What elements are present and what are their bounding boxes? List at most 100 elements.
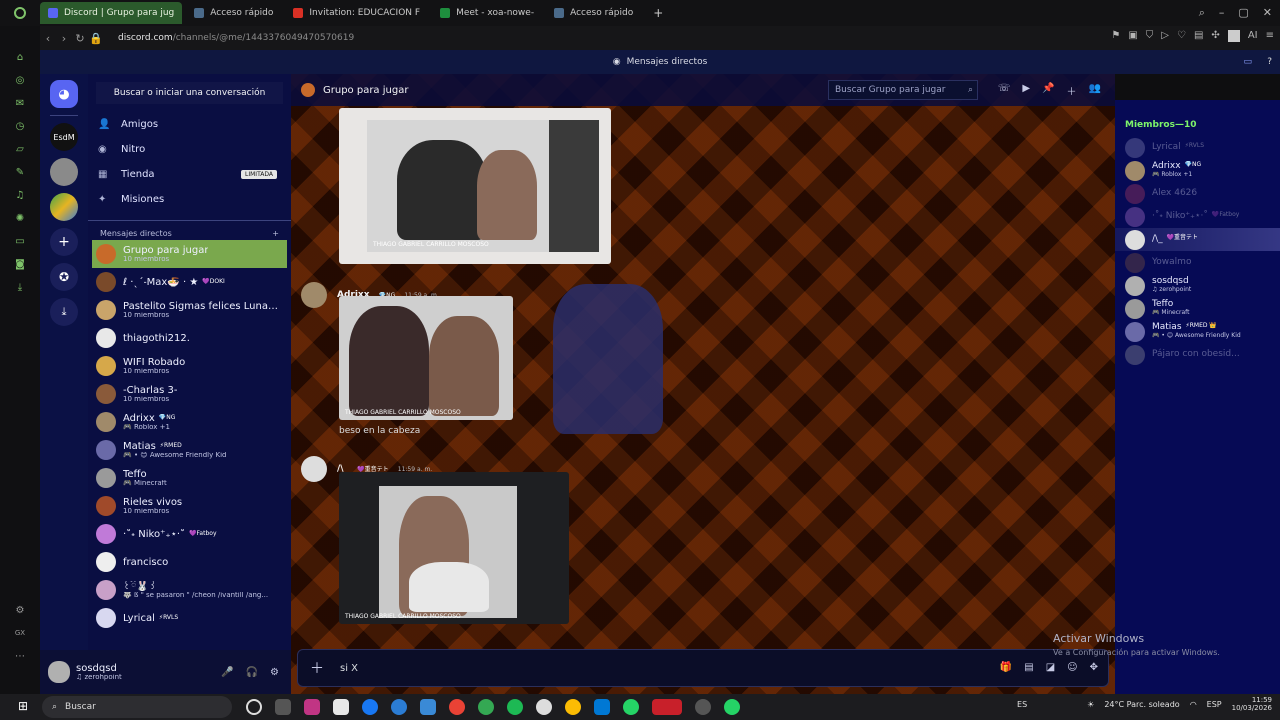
microphone-icon[interactable]: 🎤: [221, 667, 233, 678]
avatar[interactable]: [301, 282, 327, 308]
keyboard-layout[interactable]: ESP: [1207, 700, 1222, 709]
member-item[interactable]: Alex 4626: [1115, 182, 1280, 205]
twitch-icon[interactable]: ▭: [13, 234, 27, 248]
explore-icon[interactable]: ✪: [50, 263, 78, 291]
member-item[interactable]: /\_ 💜重音テト: [1115, 228, 1280, 251]
puzzle-icon[interactable]: ✣: [1211, 30, 1219, 42]
dm-item[interactable]: Adrixx 💎NG 🎮 Roblox +1: [88, 408, 291, 436]
gx-icon[interactable]: GX: [13, 626, 27, 640]
more-icon[interactable]: ⋯: [13, 649, 27, 663]
close-icon[interactable]: ✕: [1263, 6, 1272, 20]
member-item[interactable]: Lyrical ⚡RVLS: [1115, 136, 1280, 159]
bag-icon[interactable]: ▱: [13, 142, 27, 156]
instagram-icon[interactable]: ◙: [13, 257, 27, 271]
url-field[interactable]: discord.com/channels/@me/144337604947057…: [118, 33, 354, 43]
dm-item[interactable]: francisco: [88, 548, 291, 576]
heart-icon[interactable]: ♡: [1177, 30, 1186, 42]
gaming-icon[interactable]: ◎: [13, 73, 27, 87]
tab-1[interactable]: Acceso rápido: [186, 2, 281, 24]
dm-item[interactable]: -Charlas 3- 10 miembros: [88, 380, 291, 408]
dm-item[interactable]: Pastelito Sigmas felices Lunati... 10 mie…: [88, 296, 291, 324]
member-item[interactable]: Teffo 🎮 Minecraft: [1115, 297, 1280, 320]
recording-icon[interactable]: [695, 699, 711, 715]
dm-item[interactable]: WIFI Robado 10 miembros: [88, 352, 291, 380]
messenger-icon[interactable]: ✉: [13, 96, 27, 110]
whatsapp-icon[interactable]: [724, 699, 740, 715]
menu-item-nitro[interactable]: ◉ Nitro: [88, 137, 291, 162]
add-friends-icon[interactable]: ＋: [1067, 83, 1077, 98]
opera-gx-icon[interactable]: [652, 699, 682, 715]
video-embed-2[interactable]: THIAGO GABRIEL CARRILLO MOSCOSO: [339, 296, 513, 420]
emoji-icon[interactable]: ☺: [1067, 662, 1077, 673]
history-icon[interactable]: ◷: [13, 119, 27, 133]
ai-icon[interactable]: AI: [1248, 30, 1258, 42]
dm-item[interactable]: Rieles vivos 10 miembros: [88, 492, 291, 520]
tab-3[interactable]: Meet - xoa-nowe-: [432, 2, 542, 24]
screenshot-icon[interactable]: ▣: [1128, 30, 1137, 42]
settings-icon[interactable]: ⚙: [13, 603, 27, 617]
dm-item[interactable]: Grupo para jugar 10 miembros: [92, 240, 287, 268]
taskbar-search[interactable]: ⌕ Buscar: [42, 696, 232, 718]
inbox-icon[interactable]: ▭: [1243, 57, 1252, 67]
music-icon[interactable]: ♫: [13, 188, 27, 202]
reload-icon[interactable]: ↻: [72, 32, 88, 45]
video-call-icon[interactable]: ▶: [1022, 83, 1030, 98]
help-icon[interactable]: ?: [1267, 57, 1272, 67]
spotify-icon[interactable]: [507, 699, 523, 715]
explorer-icon[interactable]: [594, 699, 610, 715]
tab-2[interactable]: Invitation: EDUCACION F: [285, 2, 428, 24]
facebook-icon[interactable]: [362, 699, 378, 715]
edge-icon[interactable]: [391, 699, 407, 715]
user-settings-icon[interactable]: ⚙: [270, 667, 279, 678]
app-icon[interactable]: [420, 699, 436, 715]
dm-item[interactable]: Lyrical ⚡RVLS: [88, 604, 291, 632]
profile-avatar[interactable]: [1227, 30, 1240, 42]
chrome-profile-icon[interactable]: [478, 699, 494, 715]
tab-4[interactable]: Acceso rápido: [546, 2, 641, 24]
gif-icon[interactable]: ▤: [1024, 662, 1033, 673]
server-icon-2[interactable]: [50, 158, 78, 186]
member-item[interactable]: Matias ⚡RMED 👑 🎮 • 😊 Awesome Friendly Kid: [1115, 320, 1280, 343]
wifi-icon[interactable]: ◠: [1190, 700, 1197, 709]
dm-search-button[interactable]: Buscar o iniciar una conversación: [96, 82, 283, 104]
download-icon[interactable]: ⤓: [13, 280, 27, 294]
dm-item[interactable]: Matias ⚡RMED 🎮 • 😊 Awesome Friendly Kid: [88, 436, 291, 464]
chatgpt-icon[interactable]: [536, 699, 552, 715]
avatar[interactable]: [48, 661, 70, 683]
menu-item-tienda[interactable]: ▦ Tienda LIMITADA: [88, 162, 291, 187]
tab-0[interactable]: Discord | Grupo para jug: [40, 2, 183, 24]
opera-logo-icon[interactable]: [0, 7, 40, 19]
search-tabs-icon[interactable]: ⌕: [1199, 6, 1205, 20]
cortana-icon[interactable]: [246, 699, 262, 715]
server-icon-3[interactable]: [50, 193, 78, 221]
menu-icon[interactable]: ≡: [1266, 30, 1274, 42]
avatar[interactable]: [301, 456, 327, 482]
tray-lang[interactable]: ES: [1017, 700, 1027, 709]
chatgpt-icon[interactable]: ✺: [13, 211, 27, 225]
task-view-icon[interactable]: [275, 699, 291, 715]
headphones-icon[interactable]: 🎧: [246, 667, 258, 678]
chrome-alt-icon[interactable]: [565, 699, 581, 715]
member-item[interactable]: sosdqsd ♫ zerohpoint: [1115, 274, 1280, 297]
member-item[interactable]: Adrixx 💎NG 🎮 Roblox +1: [1115, 159, 1280, 182]
add-server-icon[interactable]: +: [50, 228, 78, 256]
menu-item-amigos[interactable]: 👤 Amigos: [88, 112, 291, 137]
minimize-icon[interactable]: –: [1219, 6, 1225, 20]
play-icon[interactable]: ▷: [1161, 30, 1169, 42]
clock[interactable]: 11:59 10/03/2026: [1232, 696, 1272, 713]
store-icon[interactable]: [333, 699, 349, 715]
wallet-icon[interactable]: ▤: [1194, 30, 1203, 42]
member-list-icon[interactable]: 👥: [1089, 83, 1101, 98]
dm-item[interactable]: ꒰ྀི🐰꒱ 🐺 ß " se pasaron " /cheon /ivantill…: [88, 576, 291, 604]
home-icon[interactable]: ⌂: [13, 50, 27, 64]
pin-icon[interactable]: ⚑: [1111, 30, 1120, 42]
pinned-icon[interactable]: 📌: [1042, 83, 1054, 98]
member-item[interactable]: Yowalmo: [1115, 251, 1280, 274]
member-item[interactable]: ·˚˖ Niko⁺₊⋆·˚ 💜Fatboy: [1115, 205, 1280, 228]
whatsapp-web-icon[interactable]: [623, 699, 639, 715]
maximize-icon[interactable]: ▢: [1238, 6, 1248, 20]
member-item[interactable]: Pájaro con obesid...: [1115, 343, 1280, 366]
dm-item[interactable]: ·˚˖ Niko⁺₊⋆·˚ 💜Fatboy: [88, 520, 291, 548]
gift-icon[interactable]: 🎁: [1000, 662, 1012, 673]
video-embed-3[interactable]: THIAGO GABRIEL CARRILLO MOSCOSO: [339, 472, 569, 624]
